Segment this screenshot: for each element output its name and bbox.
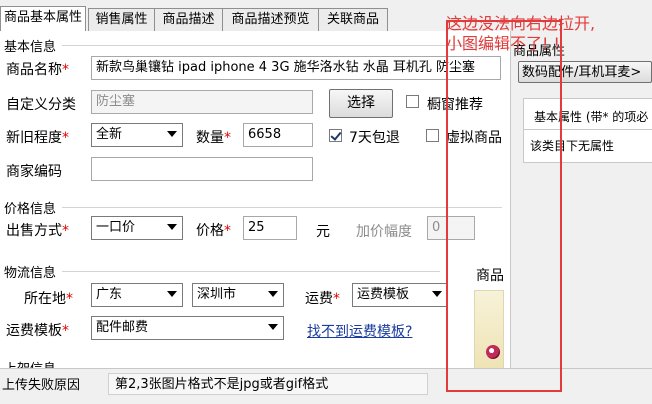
chevron-down-icon [268, 324, 278, 330]
shipping-fee-label: 运费* [305, 291, 340, 307]
condition-value: 全新 [96, 127, 123, 142]
upload-fail-message: 第2,3张图片格式不是jpg或者gif格式 [108, 373, 428, 395]
product-name-label: 商品名称* [6, 62, 69, 78]
shipping-template-value: 配件邮费 [96, 320, 149, 335]
location-label: 所在地* [24, 291, 73, 307]
price-unit: 元 [316, 224, 330, 240]
province-select[interactable]: 广东 [91, 283, 183, 307]
shipping-template-select[interactable]: 配件邮费 [91, 316, 284, 340]
chevron-down-icon [167, 291, 177, 297]
chevron-down-icon [167, 224, 177, 230]
seven-day-return-checkbox[interactable] [329, 129, 342, 142]
virtual-goods-checkbox[interactable] [426, 129, 439, 142]
custom-category-label: 自定义分类 [6, 97, 76, 113]
shipping-template-label: 运费模板* [6, 323, 69, 339]
quantity-input[interactable]: 6658 [243, 123, 313, 147]
city-value: 深圳市 [197, 287, 237, 302]
section-basic-info: 基本信息 [4, 40, 57, 55]
find-shipping-template-link[interactable]: 找不到运费模板? [307, 321, 412, 341]
tab-description[interactable]: 商品描述 [154, 8, 223, 31]
tab-sales-attributes[interactable]: 销售属性 [88, 8, 155, 31]
price-input[interactable]: 25 [243, 216, 297, 240]
chevron-down-icon [432, 291, 442, 297]
sale-method-select[interactable]: 一口价 [91, 216, 183, 240]
sale-method-value: 一口价 [96, 220, 136, 235]
chevron-down-icon [167, 131, 177, 137]
section-divider [62, 271, 440, 272]
section-price-info: 价格信息 [4, 202, 57, 217]
tab-related-products[interactable]: 关联商品 [318, 8, 388, 31]
tab-basic-attributes[interactable]: 商品基本属性 [0, 6, 86, 32]
price-label: 价格* [196, 223, 231, 239]
product-name-input[interactable]: 新款鸟巢镶钻 ipad iphone 4 3G 施华洛水钻 水晶 耳机孔 防尘塞 [91, 56, 501, 80]
city-select[interactable]: 深圳市 [192, 283, 284, 307]
seven-day-return-label: 7天包退 [349, 130, 400, 146]
chevron-down-icon [268, 291, 278, 297]
province-value: 广东 [96, 287, 123, 302]
window-recommend-checkbox[interactable] [406, 95, 419, 108]
upload-fail-label: 上传失败原因 [2, 378, 81, 393]
quantity-label: 数量* [196, 130, 231, 146]
condition-label: 新旧程度* [6, 130, 69, 146]
custom-category-input: 防尘塞 [91, 90, 313, 114]
annotation-line-1: 这边没法向右边拉开, [446, 14, 596, 33]
bid-increment-label: 加价幅度 [356, 224, 412, 240]
merchant-code-input[interactable] [91, 157, 313, 181]
select-category-button[interactable]: 选择 [329, 89, 393, 118]
section-divider [62, 45, 502, 46]
merchant-code-label: 商家编码 [6, 164, 62, 180]
shipping-fee-select[interactable]: 运费模板 [352, 283, 448, 307]
tab-description-preview[interactable]: 商品描述预览 [222, 8, 319, 31]
sale-method-label: 出售方式* [6, 223, 69, 239]
annotation-box [446, 20, 562, 392]
annotation-line-2: 小图编辑不了! ! [446, 34, 560, 53]
section-divider [62, 207, 502, 208]
shipping-fee-value: 运费模板 [357, 287, 410, 302]
section-logistics-info: 物流信息 [4, 266, 57, 281]
condition-select[interactable]: 全新 [91, 123, 183, 147]
